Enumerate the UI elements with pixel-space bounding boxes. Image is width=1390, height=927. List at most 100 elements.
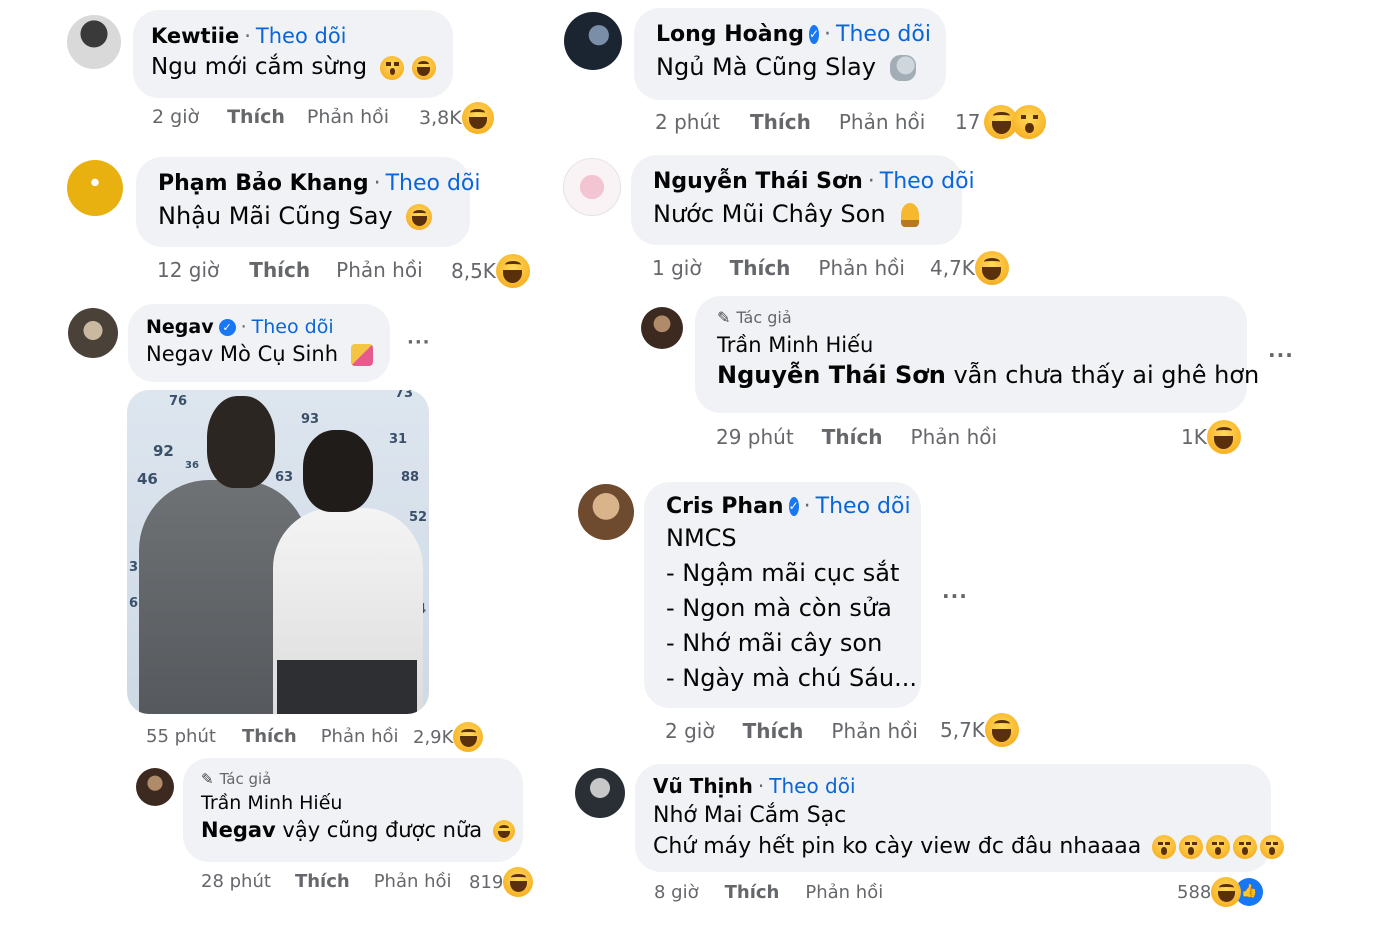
timestamp[interactable]: 29 phút: [716, 425, 794, 449]
avatar[interactable]: [575, 768, 625, 818]
avatar[interactable]: [67, 15, 121, 69]
photo-number: 31: [389, 432, 408, 447]
avatar[interactable]: [564, 12, 622, 70]
reply-button[interactable]: Phản hồi: [321, 726, 399, 747]
comment-actions: 29 phút Thích Phản hồi: [716, 425, 997, 449]
reply-button[interactable]: Phản hồi: [911, 425, 998, 449]
like-button[interactable]: Thích: [743, 719, 804, 743]
timestamp[interactable]: 1 giờ: [652, 256, 702, 280]
grimace-emoji-icon: [406, 204, 433, 230]
reaction-summary[interactable]: 819: [469, 867, 534, 897]
commenter-name[interactable]: Negav: [146, 316, 214, 338]
shocked-emoji-icon: [1260, 835, 1285, 859]
reaction-summary[interactable]: 17: [955, 105, 1047, 139]
follow-button[interactable]: Theo dõi: [256, 24, 347, 48]
comment-actions: 12 giờ Thích Phản hồi: [157, 258, 423, 282]
comment-text: Ngủ Mà Cũng Slay: [656, 53, 876, 81]
reaction-count: 8,5K: [451, 259, 496, 283]
timestamp[interactable]: 2 giờ: [152, 106, 199, 128]
like-button[interactable]: Thích: [725, 882, 780, 903]
reaction-summary[interactable]: 3,8K: [419, 102, 494, 134]
avatar[interactable]: [641, 307, 683, 349]
like-button[interactable]: Thích: [750, 110, 811, 134]
reaction-summary[interactable]: 1K: [1181, 420, 1241, 454]
reply-button[interactable]: Phản hồi: [818, 256, 905, 280]
follow-button[interactable]: Theo dõi: [836, 22, 931, 47]
comment-actions: 2 phút Thích Phản hồi: [655, 110, 925, 134]
timestamp[interactable]: 55 phút: [146, 726, 216, 747]
photo-number: 3: [129, 560, 139, 575]
timestamp[interactable]: 12 giờ: [157, 258, 219, 282]
photo-number: 92: [153, 442, 174, 460]
avatar[interactable]: [67, 160, 123, 216]
timestamp[interactable]: 8 giờ: [654, 882, 699, 903]
comment-photo[interactable]: 76 93 92 36 46 63 31 88 52 9 3 6 4 73: [127, 390, 429, 714]
haha-reaction-icon: [1206, 420, 1241, 454]
avatar[interactable]: [578, 484, 634, 540]
comment-actions: 1 giờ Thích Phản hồi: [652, 256, 905, 280]
reply-button[interactable]: Phản hồi: [307, 106, 389, 128]
commenter-name[interactable]: Trần Minh Hiếu: [717, 333, 873, 357]
avatar[interactable]: [563, 158, 621, 216]
more-options-button[interactable]: ···: [942, 584, 968, 608]
comment-bubble: Kewtiie · Theo dõi Ngu mới cắm sừng: [133, 10, 453, 98]
comment-actions: 8 giờ Thích Phản hồi: [654, 882, 883, 903]
reaction-count: 5,7K: [940, 718, 985, 742]
photo-number: 88: [401, 470, 420, 485]
more-options-button[interactable]: ···: [1268, 343, 1294, 367]
photo-number: 93: [301, 412, 320, 427]
timestamp[interactable]: 2 giờ: [665, 719, 715, 743]
reaction-summary[interactable]: 588 👍: [1177, 877, 1264, 907]
verified-badge-icon: ✓: [808, 25, 820, 44]
reply-button[interactable]: Phản hồi: [839, 110, 926, 134]
reaction-summary[interactable]: 2,9K: [413, 722, 484, 752]
like-button[interactable]: Thích: [822, 425, 883, 449]
like-button[interactable]: Thích: [295, 871, 350, 892]
like-button[interactable]: Thích: [249, 258, 310, 282]
commenter-name[interactable]: Kewtiie: [151, 24, 239, 48]
more-options-button[interactable]: ···: [407, 332, 431, 353]
reaction-count: 17: [955, 110, 981, 134]
comment-text: vẫn chưa thấy ai ghê hơn: [945, 361, 1260, 389]
comment-line: - Nhớ mãi cây son: [666, 629, 883, 657]
avatar[interactable]: [68, 308, 118, 358]
shocked-emoji-icon: [1206, 835, 1231, 859]
wow-reaction-icon: [1012, 105, 1047, 139]
commenter-name[interactable]: Trần Minh Hiếu: [201, 792, 342, 814]
commenter-name[interactable]: Vũ Thịnh: [653, 774, 753, 798]
follow-button[interactable]: Theo dõi: [816, 494, 911, 519]
timestamp[interactable]: 28 phút: [201, 871, 271, 892]
reaction-summary[interactable]: 4,7K: [930, 251, 1009, 285]
reply-button[interactable]: Phản hồi: [805, 882, 883, 903]
comment-bubble: Long Hoàng ✓ · Theo dõi Ngủ Mà Cũng Slay: [634, 8, 946, 100]
reaction-summary[interactable]: 8,5K: [451, 254, 530, 288]
follow-button[interactable]: Theo dõi: [252, 316, 334, 338]
follow-button[interactable]: Theo dõi: [880, 169, 975, 194]
comment-text: Nước Mũi Chây Son: [653, 200, 886, 228]
commenter-name[interactable]: Cris Phan: [666, 494, 784, 519]
smirk-emoji-icon: [411, 55, 436, 80]
trophy-emoji-icon: [901, 203, 920, 227]
reply-button[interactable]: Phản hồi: [374, 871, 452, 892]
separator: ·: [824, 22, 832, 47]
separator: ·: [867, 169, 875, 194]
commenter-name[interactable]: Phạm Bảo Khang: [158, 171, 369, 196]
reply-button[interactable]: Phản hồi: [336, 258, 423, 282]
like-button[interactable]: Thích: [242, 726, 297, 747]
like-button[interactable]: Thích: [730, 256, 791, 280]
avatar[interactable]: [136, 768, 174, 806]
follow-button[interactable]: Theo dõi: [769, 774, 855, 798]
follow-button[interactable]: Theo dõi: [386, 171, 481, 196]
verified-badge-icon: ✓: [218, 318, 236, 336]
commenter-name[interactable]: Long Hoàng: [656, 22, 804, 47]
commenter-name[interactable]: Nguyễn Thái Sơn: [653, 169, 863, 194]
shocked-emoji-icon: [1179, 835, 1204, 859]
reaction-summary[interactable]: 5,7K: [940, 713, 1019, 747]
mention-link[interactable]: Negav: [201, 818, 276, 842]
like-button[interactable]: Thích: [227, 106, 285, 128]
reply-button[interactable]: Phản hồi: [831, 719, 918, 743]
mention-link[interactable]: Nguyễn Thái Sơn: [717, 361, 946, 389]
separator: ·: [244, 24, 251, 48]
man-head: [303, 430, 373, 512]
timestamp[interactable]: 2 phút: [655, 110, 720, 134]
